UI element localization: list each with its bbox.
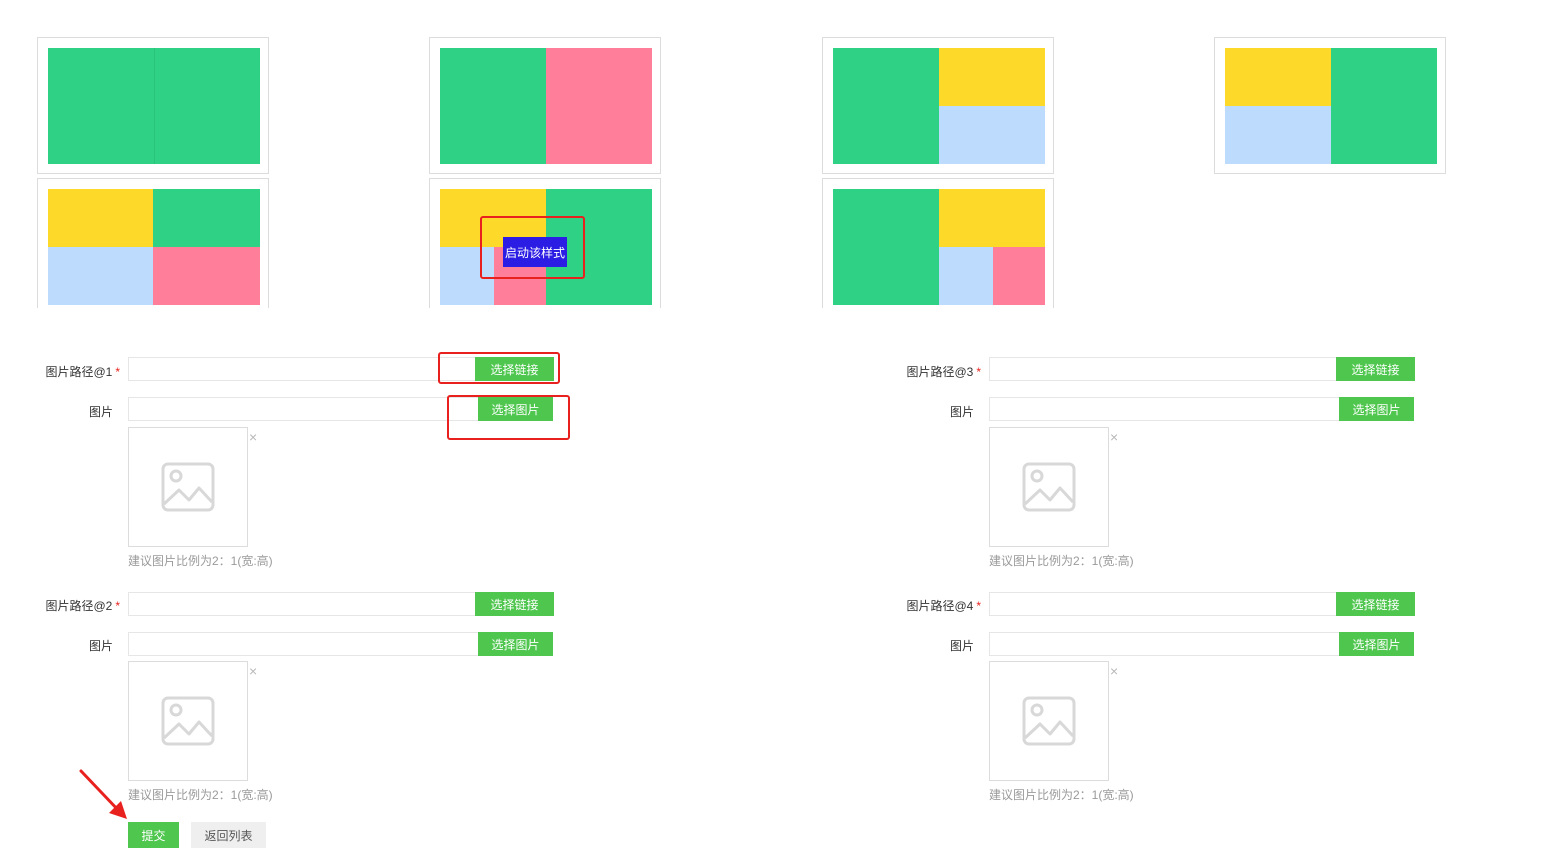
layout-option-1[interactable] bbox=[37, 37, 269, 174]
layout-option-3[interactable] bbox=[822, 37, 1054, 174]
layout-preview bbox=[833, 48, 1045, 164]
layout-block bbox=[993, 247, 1045, 305]
image1-hint: 建议图片比例为2：1(宽:高) bbox=[128, 554, 273, 568]
image2-hint: 建议图片比例为2：1(宽:高) bbox=[128, 788, 273, 802]
layout-block bbox=[48, 48, 154, 164]
layout-block bbox=[440, 247, 494, 305]
path3-label: 图片路径@3 * bbox=[906, 365, 981, 379]
layout-option-4[interactable] bbox=[1214, 37, 1446, 174]
select-link-button-1[interactable]: 选择链接 bbox=[475, 357, 554, 381]
image3-preview[interactable] bbox=[989, 427, 1109, 547]
select-link-button-3[interactable]: 选择链接 bbox=[1336, 357, 1415, 381]
image4-preview[interactable] bbox=[989, 661, 1109, 781]
enable-style-button[interactable]: 启动该样式 bbox=[503, 237, 567, 267]
path3-input[interactable] bbox=[989, 357, 1336, 381]
path2-input[interactable] bbox=[128, 592, 475, 616]
layout-block bbox=[154, 48, 260, 164]
close-icon[interactable]: × bbox=[249, 430, 257, 444]
image4-hint: 建议图片比例为2：1(宽:高) bbox=[989, 788, 1134, 802]
path4-input[interactable] bbox=[989, 592, 1336, 616]
image2-input[interactable] bbox=[128, 632, 478, 656]
image3-input[interactable] bbox=[989, 397, 1339, 421]
image1-input[interactable] bbox=[128, 397, 478, 421]
path1-label: 图片路径@1 * bbox=[45, 365, 120, 379]
layout-option-2[interactable] bbox=[429, 37, 661, 174]
layout-option-5[interactable] bbox=[37, 178, 269, 308]
layout-block bbox=[546, 48, 652, 164]
image1-preview[interactable] bbox=[128, 427, 248, 547]
image1-label: 图片 bbox=[88, 405, 113, 419]
select-link-button-2[interactable]: 选择链接 bbox=[475, 592, 554, 616]
select-image-button-3[interactable]: 选择图片 bbox=[1339, 397, 1414, 421]
layout-block bbox=[939, 189, 1045, 247]
layout-block bbox=[939, 48, 1045, 106]
image3-hint: 建议图片比例为2：1(宽:高) bbox=[989, 554, 1134, 568]
layout-block bbox=[939, 247, 993, 305]
path4-label: 图片路径@4 * bbox=[906, 599, 981, 613]
close-icon[interactable]: × bbox=[249, 664, 257, 678]
path2-label: 图片路径@2 * bbox=[45, 599, 120, 613]
image3-label: 图片 bbox=[949, 405, 974, 419]
select-image-button-4[interactable]: 选择图片 bbox=[1339, 632, 1414, 656]
layout-block bbox=[440, 48, 546, 164]
select-image-button-1[interactable]: 选择图片 bbox=[478, 397, 553, 421]
image-placeholder-icon bbox=[1022, 462, 1076, 512]
layout-block bbox=[48, 189, 153, 247]
layout-block bbox=[1225, 48, 1331, 106]
path1-input[interactable] bbox=[128, 357, 475, 381]
select-image-button-2[interactable]: 选择图片 bbox=[478, 632, 553, 656]
layout-preview bbox=[48, 48, 260, 164]
layout-block bbox=[833, 48, 939, 164]
layout-block bbox=[1225, 106, 1331, 164]
image-placeholder-icon bbox=[1022, 696, 1076, 746]
layout-block bbox=[939, 106, 1045, 164]
layout-block bbox=[48, 247, 153, 305]
layout-preview bbox=[440, 48, 652, 164]
layout-block bbox=[153, 247, 260, 305]
red-arrow-icon bbox=[79, 769, 127, 819]
layout-option-6[interactable]: 启动该样式 bbox=[429, 178, 661, 308]
close-icon[interactable]: × bbox=[1110, 664, 1118, 678]
image-placeholder-icon bbox=[161, 462, 215, 512]
image4-label: 图片 bbox=[949, 639, 974, 653]
submit-button[interactable]: 提交 bbox=[128, 822, 179, 848]
image-placeholder-icon bbox=[161, 696, 215, 746]
layout-preview bbox=[833, 189, 1045, 305]
layout-preview: 启动该样式 bbox=[440, 189, 652, 305]
layout-preview bbox=[48, 189, 260, 305]
image2-label: 图片 bbox=[88, 639, 113, 653]
select-link-button-4[interactable]: 选择链接 bbox=[1336, 592, 1415, 616]
close-icon[interactable]: × bbox=[1110, 430, 1118, 444]
layout-block bbox=[153, 189, 260, 247]
back-to-list-button[interactable]: 返回列表 bbox=[191, 822, 266, 848]
image2-preview[interactable] bbox=[128, 661, 248, 781]
layout-block bbox=[833, 189, 939, 305]
image4-input[interactable] bbox=[989, 632, 1339, 656]
layout-preview bbox=[1225, 48, 1437, 164]
layout-block bbox=[1331, 48, 1437, 164]
layout-option-7[interactable] bbox=[822, 178, 1054, 308]
